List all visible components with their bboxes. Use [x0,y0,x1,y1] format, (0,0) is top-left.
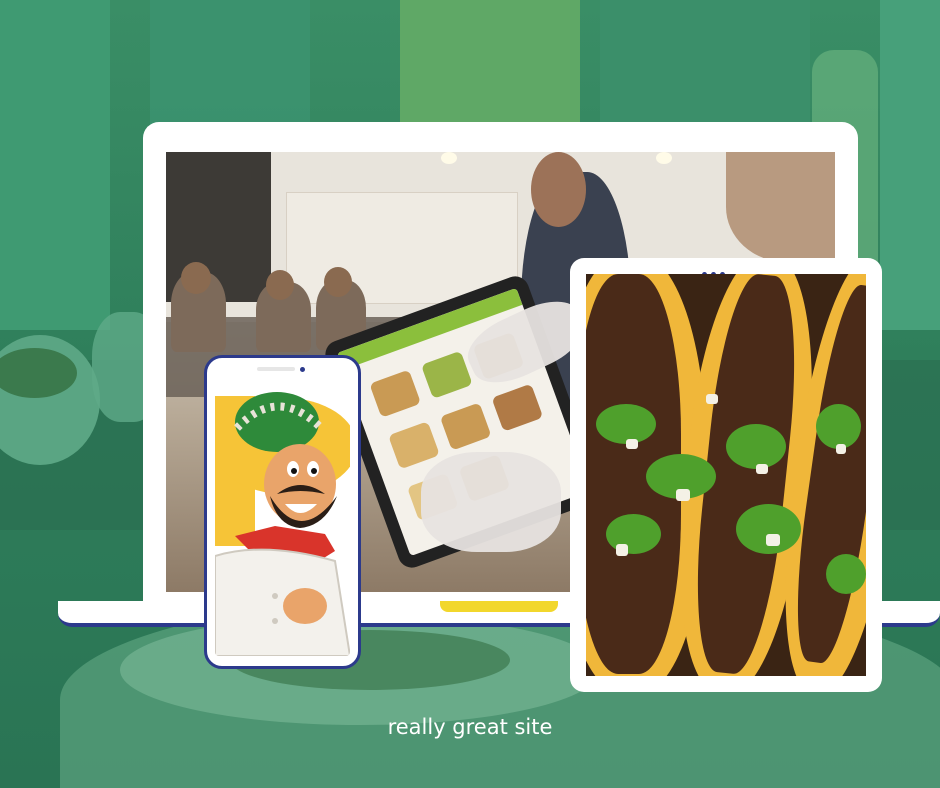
tablet-mockup [570,258,882,692]
chef-mascot-illustration [215,376,350,656]
website-caption: really great site [387,715,553,739]
phone-screen-image [215,376,350,656]
phone-speaker [257,367,295,371]
phone-camera [300,367,305,372]
phone-mockup [204,355,361,669]
tablet-screen-image [586,274,866,676]
laptop-notch [440,601,558,612]
